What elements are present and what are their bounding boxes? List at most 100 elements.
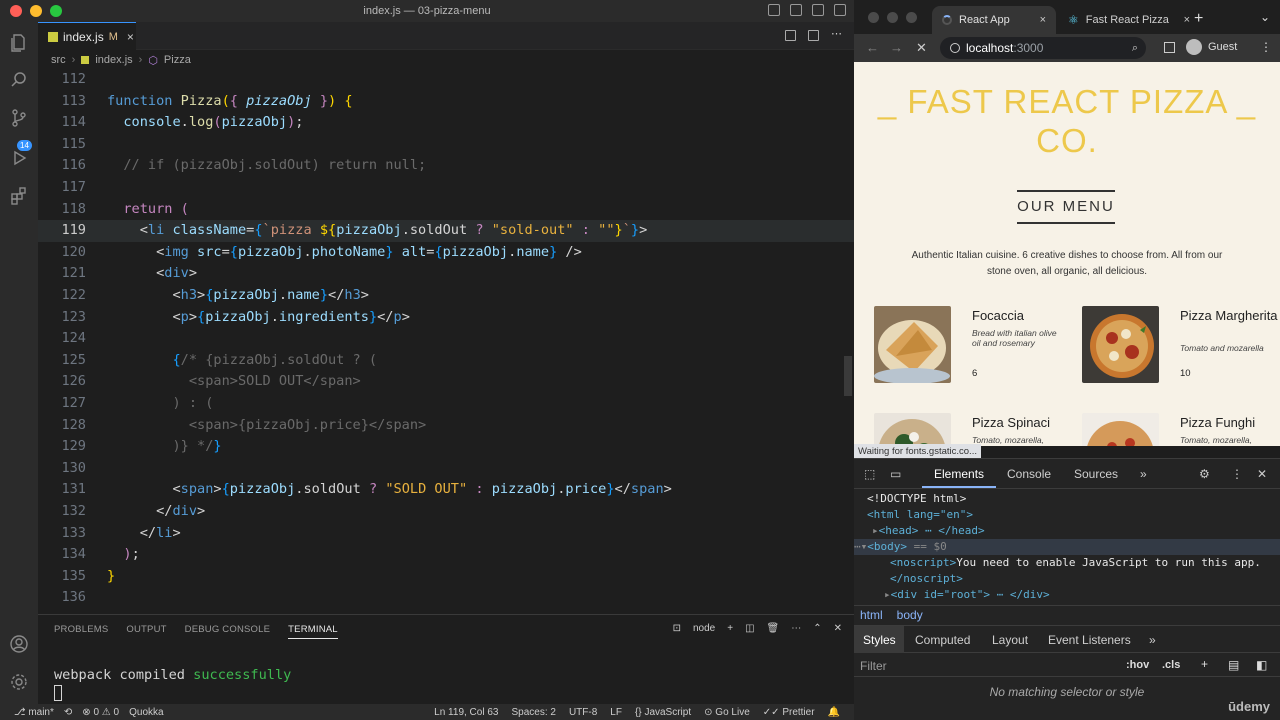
pizza-photo: [874, 306, 951, 383]
tab-search-chevron-icon[interactable]: ⌄: [1260, 10, 1270, 24]
toggle-sidebar-icon[interactable]: [768, 4, 780, 16]
explorer-icon[interactable]: [9, 32, 29, 52]
indentation[interactable]: Spaces: 2: [511, 707, 555, 718]
tab-sources[interactable]: Sources: [1074, 467, 1118, 481]
more-actions-icon[interactable]: ⋯: [791, 623, 801, 634]
new-terminal-icon[interactable]: +: [727, 623, 733, 634]
browser-tab-fast-react-pizza[interactable]: ⚛ Fast React Pizza ×: [1058, 6, 1200, 34]
tab-layout[interactable]: Layout: [992, 633, 1028, 647]
new-tab-button[interactable]: +: [1194, 10, 1203, 28]
quokka-status[interactable]: Quokka: [129, 707, 163, 718]
toggle-sidebar-icon[interactable]: ◧: [1256, 658, 1267, 672]
side-panel-icon[interactable]: [1164, 42, 1175, 53]
language-mode[interactable]: {} JavaScript: [635, 707, 691, 718]
minimize-window-button[interactable]: [887, 12, 898, 23]
dom-node[interactable]: </noscript>: [854, 571, 1280, 587]
expand-triangle-icon[interactable]: ▸: [872, 524, 879, 537]
encoding[interactable]: UTF-8: [569, 707, 597, 718]
split-terminal-icon[interactable]: ◫: [745, 623, 754, 634]
dom-node[interactable]: <!DOCTYPE html>: [854, 491, 1280, 507]
zoom-search-icon[interactable]: ⌕: [1132, 42, 1138, 55]
pizza-name: Pizza Funghi: [1180, 415, 1256, 430]
close-devtools-icon[interactable]: ✕: [1257, 467, 1267, 481]
devtools-settings-gear-icon[interactable]: ⚙: [1199, 467, 1210, 481]
tab-close-icon[interactable]: ×: [1040, 14, 1046, 26]
tab-console[interactable]: Console: [1007, 467, 1051, 481]
terminal-cursor[interactable]: [54, 685, 62, 701]
maximize-window-button[interactable]: [906, 12, 917, 23]
dom-node-selected[interactable]: ⋯▾<body> == $0: [854, 539, 1280, 555]
dom-node[interactable]: ▸<div id="root"> ⋯ </div>: [854, 587, 1280, 603]
browser-tab-react-app[interactable]: React App ×: [932, 6, 1056, 34]
address-bar[interactable]: localhost:3000 ⌕: [940, 37, 1146, 59]
line-number: 118: [61, 200, 86, 217]
tab-computed[interactable]: Computed: [915, 633, 970, 647]
chrome-menu-icon[interactable]: ⋮: [1260, 40, 1272, 54]
breadcrumb-symbol[interactable]: Pizza: [164, 54, 191, 66]
inspect-element-icon[interactable]: ⬚: [864, 467, 875, 481]
head-tag-text: <head> ⋯ </head>: [878, 524, 985, 537]
rendering-emulation-icon[interactable]: ▤: [1228, 658, 1239, 672]
new-style-rule-icon[interactable]: +: [1201, 657, 1208, 671]
crumb-html[interactable]: html: [860, 606, 883, 623]
open-changes-icon[interactable]: [785, 30, 796, 41]
more-tabs-chevron-icon[interactable]: »: [1149, 633, 1156, 647]
site-info-icon[interactable]: [950, 43, 960, 53]
maximize-panel-icon[interactable]: ⌃: [813, 623, 821, 634]
notifications-bell-icon[interactable]: 🔔: [828, 707, 840, 718]
search-icon[interactable]: [9, 70, 29, 90]
tab-elements[interactable]: Elements: [934, 467, 984, 481]
toggle-secondary-sidebar-icon[interactable]: [812, 4, 824, 16]
devtools-menu-icon[interactable]: ⋮: [1231, 467, 1243, 481]
crumb-body[interactable]: body: [897, 606, 923, 623]
hov-toggle[interactable]: :hov: [1126, 659, 1149, 671]
code-line: 116 // if (pizzaObj.soldOut) return null…: [38, 155, 854, 177]
dom-node[interactable]: <html lang="en">: [854, 507, 1280, 523]
expand-triangle-icon[interactable]: ▸: [884, 588, 891, 601]
back-arrow-icon[interactable]: ←: [866, 40, 879, 55]
tab-index-js[interactable]: index.js M ×: [38, 22, 136, 50]
accounts-icon[interactable]: [9, 634, 29, 654]
trash-icon[interactable]: 🗑: [767, 623, 780, 634]
problems-count[interactable]: ⊗ 0 ⚠ 0: [82, 707, 119, 718]
close-panel-icon[interactable]: ✕: [834, 623, 842, 634]
terminal-shell-name[interactable]: node: [693, 623, 715, 634]
split-editor-icon[interactable]: [808, 30, 819, 41]
tab-styles[interactable]: Styles: [863, 633, 896, 647]
cls-toggle[interactable]: .cls: [1162, 659, 1180, 671]
close-window-button[interactable]: [868, 12, 879, 23]
customize-layout-icon[interactable]: [834, 4, 846, 16]
device-toolbar-icon[interactable]: ▭: [890, 467, 901, 481]
breadcrumb-folder[interactable]: src: [51, 54, 66, 66]
more-actions-icon[interactable]: ⋯: [831, 29, 842, 41]
tab-event-listeners[interactable]: Event Listeners: [1048, 633, 1131, 647]
sync-icon[interactable]: ⟲: [64, 707, 72, 718]
settings-gear-icon[interactable]: [9, 672, 29, 692]
dom-node[interactable]: ▸<head> ⋯ </head>: [854, 523, 1280, 539]
more-tabs-chevron-icon[interactable]: »: [1140, 467, 1147, 481]
prettier[interactable]: ✓✓ Prettier: [763, 707, 815, 718]
pizza-ingredients: Tomato and mozarella: [1180, 343, 1264, 353]
forward-arrow-icon[interactable]: →: [890, 40, 903, 55]
go-live[interactable]: ⊙ Go Live: [704, 707, 750, 718]
stop-loading-icon[interactable]: ✕: [916, 40, 927, 56]
source-control-icon[interactable]: [9, 108, 29, 128]
tab-debug-console[interactable]: DEBUG CONSOLE: [185, 624, 270, 639]
code-editor[interactable]: 112 113 function Pizza({ pizzaObj }) { 11…: [38, 70, 854, 614]
tab-problems[interactable]: PROBLEMS: [54, 624, 108, 639]
tab-output[interactable]: OUTPUT: [126, 624, 166, 639]
breadcrumb-file[interactable]: index.js: [95, 54, 132, 66]
end-of-line[interactable]: LF: [610, 707, 622, 718]
cursor-position[interactable]: Ln 119, Col 63: [434, 707, 498, 718]
toggle-panel-icon[interactable]: [790, 4, 802, 16]
tab-terminal[interactable]: TERMINAL: [288, 624, 338, 639]
run-debug-icon[interactable]: [9, 148, 29, 168]
filter-input[interactable]: Filter: [860, 659, 887, 673]
extensions-icon[interactable]: [9, 186, 29, 206]
dom-node[interactable]: <noscript>You need to enable JavaScript …: [854, 555, 1280, 571]
profile-button[interactable]: Guest: [1186, 39, 1237, 55]
branch-icon[interactable]: ⎇ main*: [14, 707, 54, 718]
tab-close-icon[interactable]: ×: [127, 30, 134, 44]
editor-scrollbar[interactable]: [844, 356, 852, 396]
tab-close-icon[interactable]: ×: [1184, 14, 1190, 26]
